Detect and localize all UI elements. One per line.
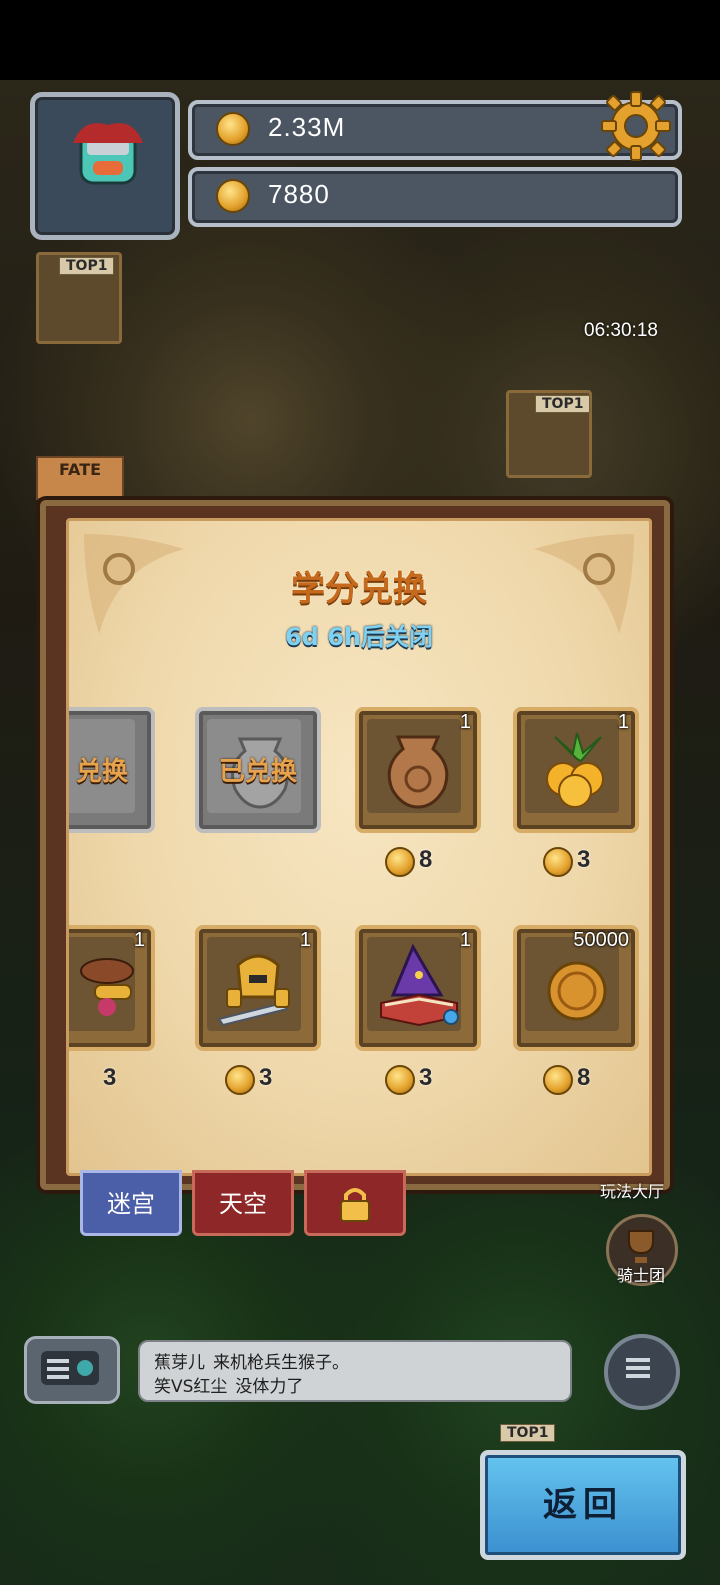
credit-coin-icon [543,1065,573,1095]
lock-icon [340,1188,370,1222]
gold-value: 2.33M [268,112,346,142]
item-quantity: 1 [459,929,471,951]
menu-button[interactable] [604,1334,680,1410]
exchange-item[interactable]: 1 [355,707,481,833]
credit-value: 7880 [268,179,330,209]
exchange-item-grid: 兑换 已兑换 1 1 8 3 1 1 1 50000 3 3 3 8 [69,521,649,1173]
credit-exchange-modal: 学分兑换 6d 6h后关闭 兑换 已兑换 1 1 8 3 1 1 1 50000… [66,518,652,1176]
settings-gear-icon[interactable] [600,90,672,162]
tab-maze[interactable]: 迷宫 [80,1170,182,1236]
gold-coin-icon [216,112,250,146]
knight-helmet-sword-icon [217,954,290,1027]
event-timer: 06:30:18 [584,320,658,341]
chat-text: 来机枪兵生猴子。 [213,1353,349,1373]
credit-coin-icon [543,847,573,877]
chat-preview[interactable]: 蕉芽儿 来机枪兵生猴子。 笑VS红尘 没体力了 [138,1340,572,1402]
knight-avatar-icon [73,123,143,185]
top-tag: TOP1 [59,257,115,275]
price-value: 8 [419,846,433,873]
fate-sign[interactable]: FATE [36,456,124,500]
claimed-label: 兑换 [75,757,128,787]
player-top1-card[interactable]: TOP1 [36,252,122,344]
spyglass-hat-icon [80,958,134,1016]
credit-coin-icon [385,1065,415,1095]
top-tag: TOP1 [500,1424,556,1442]
exchange-item[interactable]: 50000 [513,925,639,1051]
radio-icon [41,1351,99,1385]
credit-resource-bar: 7880 [188,167,682,227]
item-quantity: 1 [459,711,471,733]
exchange-item-claimed[interactable]: 已兑换 [195,707,321,833]
golden-fruit-icon [546,732,604,808]
guild-label: 骑士团 [616,1266,665,1285]
claimed-label: 已兑换 [218,757,297,787]
price-value: 3 [103,1064,117,1091]
credit-coin-icon [216,179,250,213]
credit-coin-icon [225,1065,255,1095]
price-value: 3 [419,1064,433,1091]
bronze-urn-icon [387,735,449,809]
item-quantity: 1 [133,929,145,951]
play-hall-label[interactable]: 玩法大厅 [600,1178,664,1202]
wizard-hat-book-icon [380,943,459,1027]
chat-user: 蕉芽儿 [154,1353,205,1373]
chat-message: 笑VS红尘 没体力了 [154,1372,303,1397]
price-value: 3 [259,1064,273,1091]
exchange-item-claimed[interactable]: 兑换 [69,707,155,833]
chat-message: 蕉芽儿 来机枪兵生猴子。 [154,1348,349,1373]
player-top1-card[interactable]: TOP1 [506,390,592,478]
exchange-item[interactable]: 1 [513,707,639,833]
credit-coin-icon [385,847,415,877]
item-quantity: 1 [617,711,629,733]
chat-text: 没体力了 [235,1377,304,1397]
exchange-item[interactable]: 1 [355,925,481,1051]
trophy-icon [628,1230,654,1263]
price-value: 8 [577,1064,591,1091]
item-quantity: 50000 [573,929,629,951]
exchange-item[interactable]: 1 [69,925,155,1051]
tab-locked[interactable] [304,1170,406,1236]
chat-user: 笑VS红尘 [154,1377,228,1397]
tab-sky[interactable]: 天空 [192,1170,294,1236]
top-tag: TOP1 [535,395,591,413]
back-button[interactable]: 返回 [480,1450,686,1560]
item-quantity: 1 [299,929,311,951]
gold-coin-icon [547,961,607,1021]
player-avatar[interactable] [30,92,180,240]
exchange-item[interactable]: 1 [195,925,321,1051]
chat-radio-button[interactable] [24,1336,120,1404]
price-value: 3 [577,846,591,873]
list-menu-icon [626,1358,650,1378]
